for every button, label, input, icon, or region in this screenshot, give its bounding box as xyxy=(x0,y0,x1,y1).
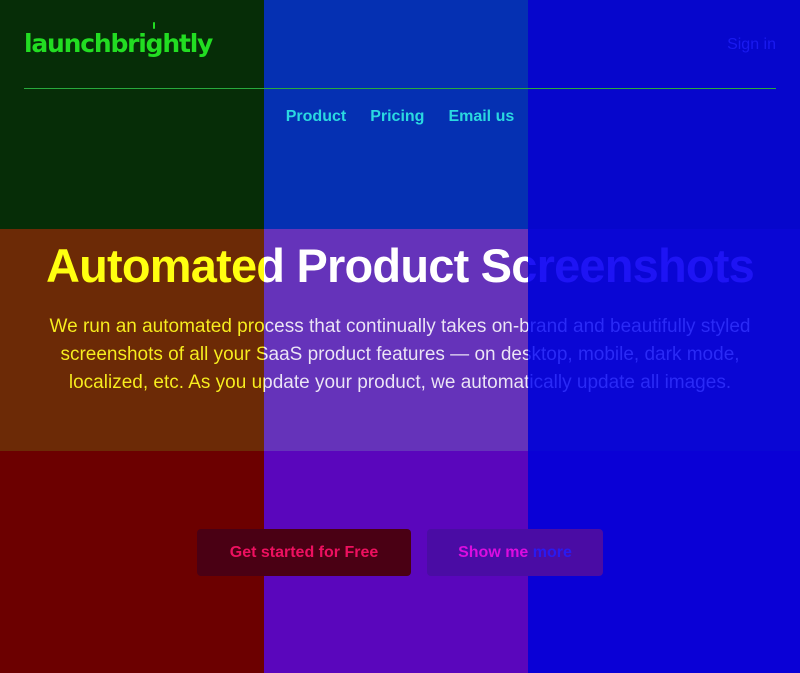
get-started-button[interactable]: Get started for Free xyxy=(197,529,411,576)
hero-description-text: We run an automated process that continu… xyxy=(49,316,751,393)
nav-link-pricing[interactable]: Pricing xyxy=(370,107,424,127)
nav-link-email-us[interactable]: Email us xyxy=(448,107,514,127)
show-more-label: Show me more xyxy=(458,543,572,561)
hero-title-text: Automated Product Screenshots xyxy=(45,239,755,292)
main-nav: Product Pricing Email us xyxy=(0,107,800,127)
hero-description: We run an automated process that continu… xyxy=(30,313,770,397)
page-content: launchbrightly Sign in Product Pricing E… xyxy=(0,0,800,673)
show-more-button[interactable]: Show me more xyxy=(427,529,603,576)
brand-logo[interactable]: launchbrightly xyxy=(24,22,213,62)
top-bar: launchbrightly Sign in xyxy=(24,0,776,89)
cta-row: Get started for Free Show me more xyxy=(0,529,800,576)
nav-link-product[interactable]: Product xyxy=(286,107,346,127)
sign-in-link[interactable]: Sign in xyxy=(727,36,776,54)
hero-title: Automated Product Screenshots xyxy=(0,236,800,296)
logo-spark-icon xyxy=(153,22,155,29)
brand-name: launchbrightly xyxy=(24,29,213,58)
